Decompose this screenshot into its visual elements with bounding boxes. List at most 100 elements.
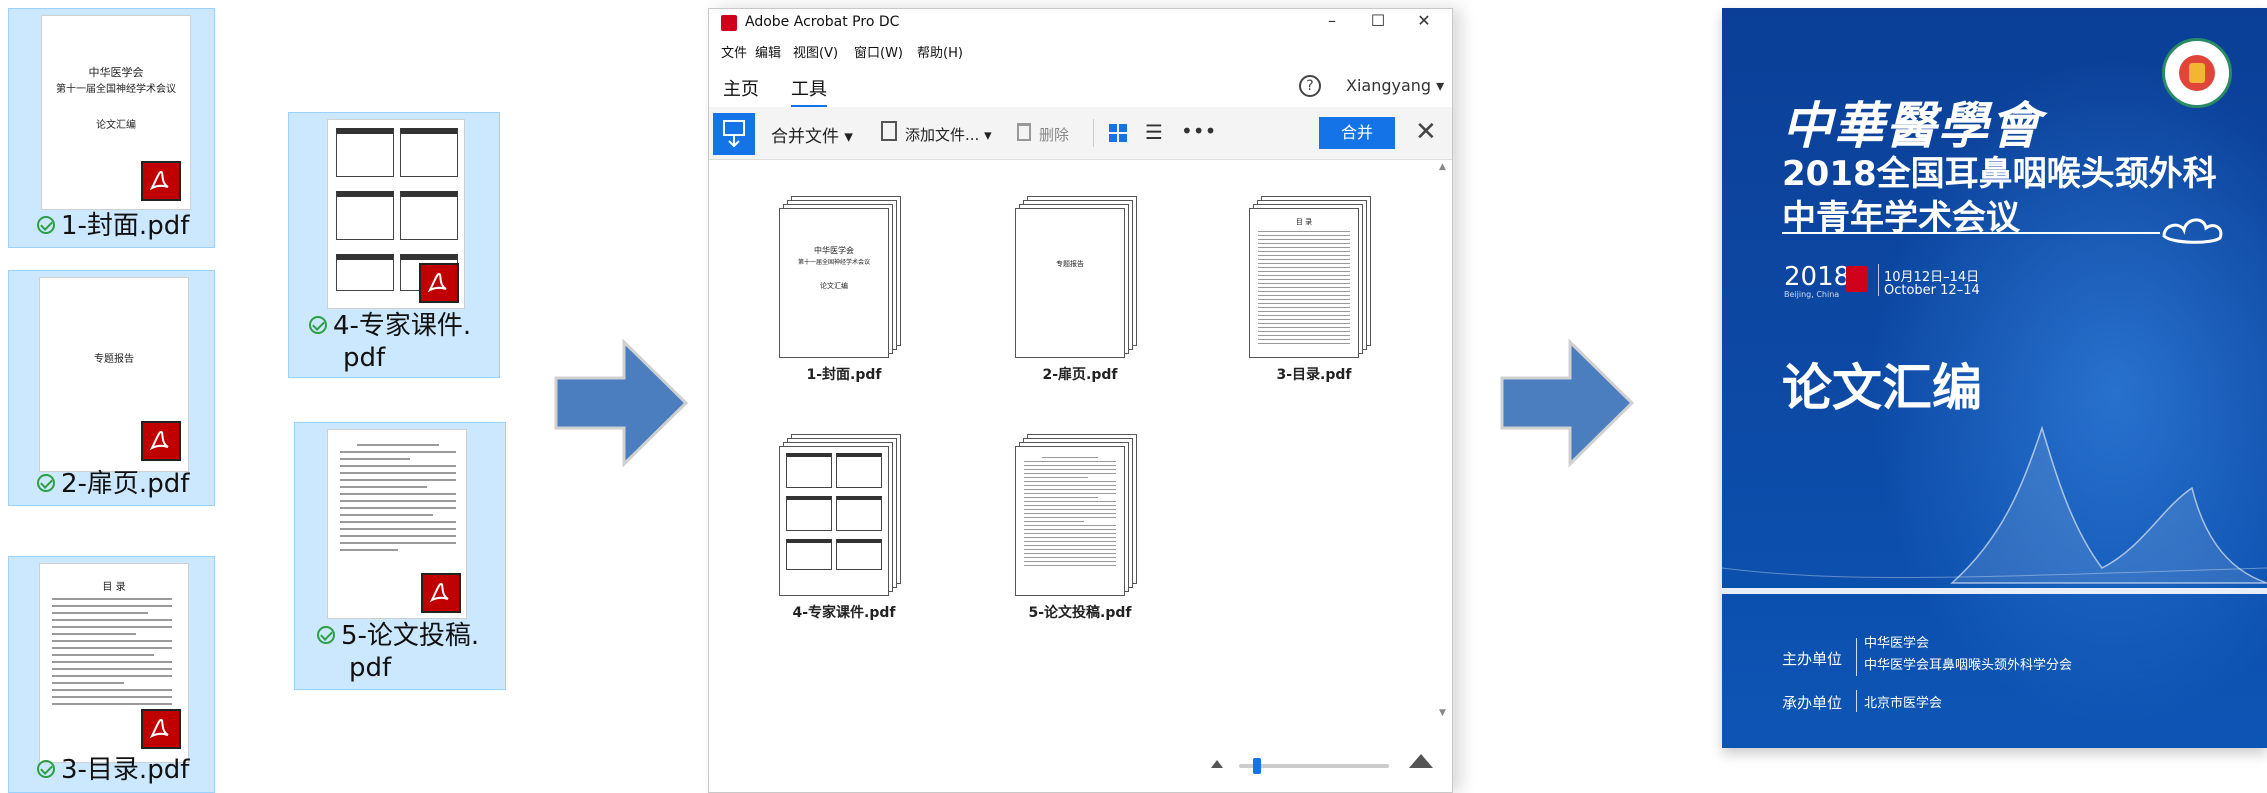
check-circle-icon [37,215,55,234]
pdf-file-icon [141,709,181,749]
add-files-dropdown[interactable]: 添加文件... ▾ [905,124,992,145]
arrow-right-icon [554,338,689,468]
cma-logo-icon [2162,38,2232,108]
arrow-right-icon [1500,338,1635,468]
acrobat-app-icon [721,15,737,31]
nav-bar: 主页 工具 ? Xiangyang ▾ [709,67,1452,108]
file-name-line2: pdf [349,653,392,683]
doc-name: 2-扉页.pdf [1042,367,1118,383]
thumb-heading: 论文汇编 [96,120,136,131]
zoom-slider[interactable] [1239,758,1389,774]
combine-toolbar: 合并文件 ▾ 添加文件... ▾ 删除 ☰ ••• 合并 ✕ [709,107,1452,160]
file-tile-5[interactable]: 5-论文投稿. pdf [294,422,506,690]
maximize-icon[interactable]: ☐ [1363,11,1393,30]
decorative-band [1722,588,2267,594]
cover-year: 2018 [1784,262,1851,292]
file-tile-4[interactable]: 4-专家课件. pdf [288,112,500,378]
red-seal-icon [1846,266,1868,292]
scroll-up-icon[interactable]: ▲ [1439,162,1446,172]
more-options-icon[interactable]: ••• [1181,119,1216,143]
menu-edit[interactable]: 编辑 [755,42,781,61]
combine-files-icon[interactable] [713,113,755,155]
zoom-out-icon[interactable] [1211,760,1223,768]
page-stack [1015,434,1145,596]
file-name: 2-扉页.pdf [37,467,242,501]
delete-button[interactable]: 删除 [1039,124,1069,145]
thumb-lines [340,444,456,556]
combine-files-dropdown[interactable]: 合并文件 ▾ [771,122,853,147]
vertical-scrollbar[interactable]: ▲ ▼ [1438,160,1450,720]
cover-city: Beijing, China [1784,290,1840,299]
pdf-file-icon [141,161,181,201]
menu-view[interactable]: 视图(V) [793,42,838,61]
host-label: 主办单位 [1782,650,1843,668]
organizer-separator [1856,690,1857,712]
cover-title-line1: 2018全国耳鼻咽喉头颈外科 [1782,154,2217,194]
close-tool-icon[interactable]: ✕ [1415,117,1437,147]
thumb-text: 目 录 [102,582,126,593]
organizer-label: 承办单位 [1782,694,1843,712]
file-list-area: 中华医学会 第十一届全国神经学术会议 论文汇编 1-封面.pdf 专题报告 2-… [709,160,1452,720]
file-name: 4-专家课件. [309,309,519,343]
trash-icon[interactable] [1017,123,1031,141]
thumb-subtitle: 第十一届全国神经学术会议 [56,84,176,95]
doc-name: 4-专家课件.pdf [792,605,896,621]
check-circle-icon [37,759,55,778]
date-separator [1878,264,1879,296]
doc-name: 5-论文投稿.pdf [1028,605,1132,621]
host-separator [1856,638,1857,676]
user-menu[interactable]: Xiangyang ▾ [1346,76,1444,95]
thumb-lines [52,598,172,710]
pdf-file-icon [421,573,461,613]
file-name: 1-封面.pdf [37,209,242,243]
menu-help[interactable]: 帮助(H) [917,42,963,61]
pdf-file-icon [141,421,181,461]
scroll-down-icon[interactable]: ▼ [1439,708,1446,718]
menu-file[interactable]: 文件 [721,42,747,61]
check-circle-icon [317,625,335,644]
acrobat-window: Adobe Acrobat Pro DC – ☐ ✕ 文件 编辑 视图(V) 窗… [708,8,1453,793]
cover-date-en: October 12–14 [1884,283,1980,298]
page-stack [779,434,909,596]
tab-tools[interactable]: 工具 [791,75,827,108]
file-tile-3[interactable]: 目 录 3-目录.pdf [8,556,215,793]
file-name: 5-论文投稿. [317,619,527,653]
zoom-bar [709,722,1452,792]
add-file-icon[interactable] [881,121,897,141]
title-bar: Adobe Acrobat Pro DC – ☐ ✕ [709,9,1452,37]
tab-home[interactable]: 主页 [723,75,759,101]
title-underline [1782,232,2160,234]
pdf-file-icon [419,263,459,303]
zoom-slider-thumb[interactable] [1253,758,1261,774]
thumb-title: 中华医学会 [88,66,144,79]
help-icon[interactable]: ? [1299,75,1321,97]
minimize-icon[interactable]: – [1317,11,1347,30]
merge-button[interactable]: 合并 [1319,117,1395,149]
check-circle-icon [309,315,327,334]
file-tile-2[interactable]: 专题报告 2-扉页.pdf [8,270,215,506]
thumbnail-view-icon[interactable] [1109,124,1127,142]
menu-bar: 文件 编辑 视图(V) 窗口(W) 帮助(H) [709,39,1452,63]
page-stack: 目 录 [1249,196,1379,358]
host-2: 中华医学会耳鼻咽喉头颈外科学分会 [1864,658,2073,673]
page-stack: 中华医学会 第十一届全国神经学术会议 论文汇编 [779,196,909,358]
list-view-icon[interactable]: ☰ [1145,120,1163,144]
check-circle-icon [37,473,55,492]
cloud-ornament-icon [2162,218,2223,244]
file-tile-1[interactable]: 中华医学会 第十一届全国神经学术会议 论文汇编 1-封面.pdf [8,8,215,248]
doc-name: 1-封面.pdf [806,367,882,383]
file-name-line2: pdf [343,343,386,373]
doc-name: 3-目录.pdf [1276,367,1352,383]
host-1: 中华医学会 [1864,636,1930,651]
toolbar-divider [1093,119,1094,147]
window-title: Adobe Acrobat Pro DC [745,14,900,30]
menu-window[interactable]: 窗口(W) [854,42,903,61]
page-stack: 专题报告 [1015,196,1145,358]
cover-big-title: 论文汇编 [1782,359,1982,417]
zoom-in-icon[interactable] [1409,754,1433,768]
thumb-text: 专题报告 [94,354,134,365]
merged-cover-preview: 中華醫學會 2018全国耳鼻咽喉头颈外科 中青年学术会议 2018 Beijin… [1722,8,2267,748]
organizer: 北京市医学会 [1864,696,1943,711]
file-name: 3-目录.pdf [37,753,242,787]
close-icon[interactable]: ✕ [1409,11,1439,30]
